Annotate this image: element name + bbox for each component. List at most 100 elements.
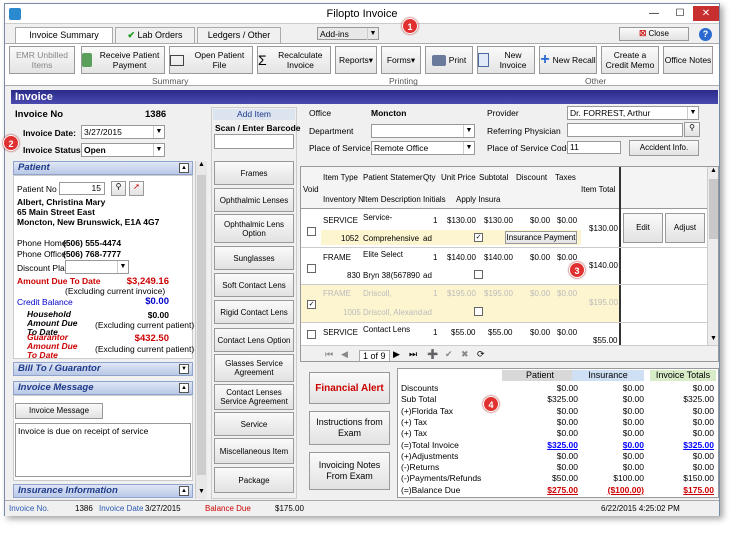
grid-scroll-thumb[interactable] xyxy=(709,179,718,239)
invoice-date-label: Invoice Date: xyxy=(23,128,76,138)
scroll-thumb[interactable] xyxy=(197,175,206,475)
search-patient-icon[interactable]: ⚲ xyxy=(111,181,126,196)
pin-patient-icon[interactable]: ➚ xyxy=(129,181,144,196)
insurance-payment-button[interactable]: Insurance Payment xyxy=(505,231,577,244)
nav-cancel-icon[interactable]: ✖ xyxy=(461,349,469,360)
totals-patient-value[interactable]: $275.00 xyxy=(508,485,578,495)
barcode-input[interactable] xyxy=(214,134,294,149)
item-button-soft-contact-lens[interactable]: Soft Contact Lens xyxy=(214,273,294,297)
pos-code-field[interactable]: 11 xyxy=(567,141,621,154)
totals-insurance-value[interactable]: ($100.00) xyxy=(578,485,644,495)
item-button-package[interactable]: Package xyxy=(214,467,294,493)
item-button-sunglasses[interactable]: Sunglasses xyxy=(214,246,294,270)
new-invoice-button[interactable]: New Invoice xyxy=(477,46,535,74)
help-icon[interactable]: ? xyxy=(699,28,712,41)
bill-to-section-header[interactable]: Bill To / Guarantor ▼ xyxy=(13,362,193,376)
void-checkbox[interactable] xyxy=(307,264,316,273)
addins-dropdown[interactable]: Add-ins ▼ xyxy=(317,27,379,40)
item-button-service[interactable]: Service xyxy=(214,412,294,436)
totals-col-invoice-totals: Invoice Totals xyxy=(650,370,716,381)
nav-first-icon[interactable]: ⏮ xyxy=(325,349,333,360)
item-button-contact-lenses-service-agreement[interactable]: Contact Lenses Service Agreement xyxy=(214,384,294,410)
grid-scroll-down-icon[interactable]: ▼ xyxy=(708,335,718,345)
nav-add-icon[interactable]: ➕ xyxy=(427,349,438,360)
minimize-icon[interactable]: — xyxy=(641,6,667,21)
recalculate-button[interactable]: Σ Recalculate Invoice xyxy=(257,46,331,74)
row3-apply-insurance-checkbox[interactable] xyxy=(474,307,483,316)
item-button-miscellaneous-item[interactable]: Miscellaneous Item xyxy=(214,438,294,464)
grid-scroll-up-icon[interactable]: ▲ xyxy=(708,167,718,177)
item-button-ophthalmic-lens-option[interactable]: Ophthalmic Lens Option xyxy=(214,214,294,243)
nav-refresh-icon[interactable]: ⟳ xyxy=(477,349,485,360)
financial-alert-button[interactable]: Financial Alert xyxy=(309,372,390,404)
nav-confirm-icon[interactable]: ✔ xyxy=(445,349,453,360)
grid-scrollbar[interactable]: ▲ ▼ xyxy=(707,167,718,345)
nav-page-text[interactable]: 1 of 9 xyxy=(359,350,390,361)
referring-physician-field[interactable] xyxy=(567,123,683,137)
totals-invoice-value[interactable]: $325.00 xyxy=(650,440,714,450)
receive-payment-button[interactable]: Receive Patient Payment xyxy=(81,46,165,74)
nav-last-icon[interactable]: ⏭ xyxy=(409,349,417,360)
collapse-icon[interactable]: ▲ xyxy=(179,383,189,393)
close-button[interactable]: ☒ Close xyxy=(619,27,689,41)
item-button-contact-lens-option[interactable]: Contact Lens Option xyxy=(214,328,294,352)
close-icon[interactable]: ✕ xyxy=(693,6,719,21)
tab-invoice-summary[interactable]: Invoice Summary xyxy=(15,27,113,43)
maximize-icon[interactable]: ☐ xyxy=(667,6,693,21)
totals-invoice-value[interactable]: $175.00 xyxy=(650,485,714,495)
instructions-from-exam-button[interactable]: Instructions from Exam xyxy=(309,411,390,445)
tab-lab-orders[interactable]: ✔ Lab Orders xyxy=(115,27,195,43)
accident-info-button[interactable]: Accident Info. xyxy=(629,140,699,156)
search-physician-icon[interactable]: ⚲ xyxy=(684,122,700,137)
invoice-message-button[interactable]: Invoice Message xyxy=(15,403,103,419)
edit-button[interactable]: Edit xyxy=(623,213,663,243)
totals-insurance-value[interactable]: $0.00 xyxy=(578,440,644,450)
nav-prev-icon[interactable]: ◀ xyxy=(341,349,348,360)
item-button-rigid-contact-lens[interactable]: Rigid Contact Lens xyxy=(214,300,294,324)
void-checkbox[interactable] xyxy=(307,227,316,236)
reports-button[interactable]: Reports ▾ xyxy=(335,46,377,74)
new-recall-button[interactable]: + New Recall xyxy=(539,46,597,74)
office-notes-button[interactable]: Office Notes xyxy=(663,46,713,74)
emr-unbilled-button[interactable]: EMR Unbilled Items xyxy=(9,46,75,74)
patient-section-title: Patient xyxy=(18,162,50,173)
expand-icon[interactable]: ▼ xyxy=(179,364,189,374)
tab-ledgers[interactable]: Ledgers / Other xyxy=(197,27,281,43)
left-scrollbar[interactable]: ▲ ▼ xyxy=(195,161,207,499)
patient-section-header[interactable]: Patient ▲ xyxy=(13,161,193,175)
row1-apply-insurance-checkbox[interactable]: ✓ xyxy=(474,233,483,242)
item-button-ophthalmic-lenses[interactable]: Ophthalmic Lenses xyxy=(214,188,294,212)
credit-memo-button[interactable]: Create a Credit Memo xyxy=(601,46,659,74)
invoicing-notes-button[interactable]: Invoicing Notes From Exam xyxy=(309,452,390,490)
patient-no-field[interactable]: 15 xyxy=(59,182,105,195)
nav-next-icon[interactable]: ▶ xyxy=(393,349,400,360)
invoice-message-textarea[interactable]: Invoice is due on receipt of service xyxy=(15,423,191,477)
provider-select[interactable]: Dr. FORREST, Arthur ▼ xyxy=(567,106,699,120)
totals-row-label: (+) Tax xyxy=(401,416,428,427)
col-initials: Initials xyxy=(423,195,446,204)
totals-patient-value[interactable]: $325.00 xyxy=(508,440,578,450)
totals-insurance-value: $0.00 xyxy=(622,428,644,439)
item-button-frames[interactable]: Frames xyxy=(214,161,294,185)
department-select[interactable]: ▼ xyxy=(371,124,475,138)
forms-button[interactable]: Forms ▾ xyxy=(381,46,421,74)
void-checkbox[interactable] xyxy=(307,330,316,339)
collapse-icon[interactable]: ▲ xyxy=(179,163,189,173)
invoice-date-picker[interactable]: 3/27/2015 ▼ xyxy=(81,125,165,139)
scroll-down-icon[interactable]: ▼ xyxy=(196,488,207,499)
invoice-message-section-header[interactable]: Invoice Message ▲ xyxy=(13,381,193,395)
row2-apply-insurance-checkbox[interactable] xyxy=(474,270,483,279)
collapse-icon[interactable]: ▲ xyxy=(179,486,189,496)
insurance-section-header[interactable]: Insurance Information ▲ xyxy=(13,484,193,498)
print-button[interactable]: Print xyxy=(425,46,473,74)
adjust-button[interactable]: Adjust xyxy=(665,213,705,243)
void-checkbox-checked[interactable]: ✓ xyxy=(307,300,316,309)
place-of-service-select[interactable]: Remote Office ▼ xyxy=(371,141,475,155)
item-button-glasses-service-agreement[interactable]: Glasses Service Agreement xyxy=(214,354,294,382)
discount-plan-select[interactable]: ▼ xyxy=(65,260,129,274)
open-patient-file-button[interactable]: Open Patient File xyxy=(169,46,253,74)
ribbon-toolbar: EMR Unbilled Items Receive Patient Payme… xyxy=(5,43,719,86)
invoice-status-select[interactable]: Open ▼ xyxy=(81,143,165,157)
row2-subtotal: $140.00 xyxy=(484,253,513,262)
scroll-up-icon[interactable]: ▲ xyxy=(196,161,207,172)
